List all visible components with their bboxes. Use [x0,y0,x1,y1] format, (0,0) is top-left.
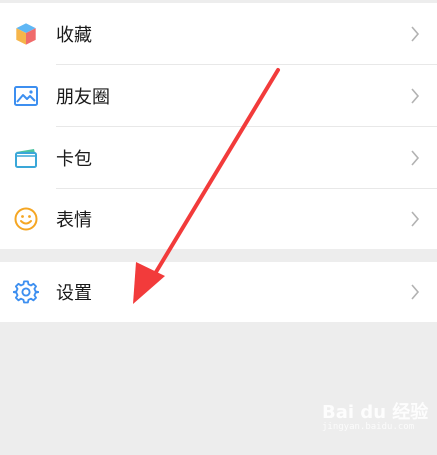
watermark-brand: Bai du 经验 [322,402,429,423]
menu-item-label: 朋友圈 [56,86,110,108]
chevron-right-icon [410,211,420,227]
menu-item-settings[interactable]: 设置 [0,262,437,322]
chevron-right-icon [410,87,420,104]
menu-group-main: 收藏 朋友圈 卡包 表情 [0,3,437,249]
sticker-smiley-icon [13,206,39,232]
menu-item-moments[interactable]: 朋友圈 [0,65,437,126]
menu-item-card-wallet[interactable]: 卡包 [0,127,437,188]
menu-item-label: 表情 [56,210,92,231]
menu-group-settings: 设置 [0,262,437,322]
baidu-watermark: Bai du 经验 jingyan.baidu.com [322,398,428,438]
card-wallet-icon [13,145,39,171]
gear-icon [12,279,40,305]
watermark-url: jingyan.baidu.com [322,422,415,432]
menu-item-label: 卡包 [56,148,92,170]
menu-item-favorites[interactable]: 收藏 [0,3,437,64]
menu-item-label: 收藏 [56,24,92,46]
chevron-right-icon [410,284,420,300]
chevron-right-icon [410,25,420,42]
menu-item-stickers[interactable]: 表情 [0,189,437,249]
moments-picture-icon [13,83,39,109]
favorites-cube-icon [13,21,39,47]
menu-item-label: 设置 [56,283,92,304]
chevron-right-icon [410,149,420,166]
